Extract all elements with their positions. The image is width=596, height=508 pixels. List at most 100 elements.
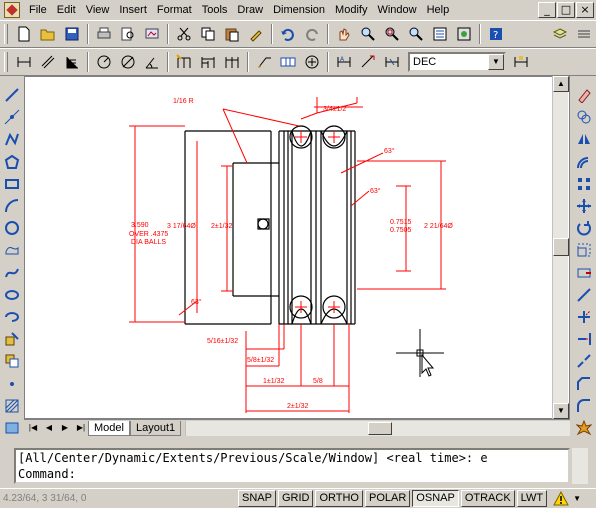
angular-dimension-button[interactable] [141,51,163,73]
tab-layout1[interactable]: Layout1 [129,420,182,436]
restore-button[interactable]: □ [557,2,575,18]
open-button[interactable] [37,23,59,45]
layer-state-button[interactable] [573,23,595,45]
menu-edit[interactable]: Edit [52,1,81,19]
continue-dimension-button[interactable] [221,51,243,73]
construction-line-button[interactable] [2,107,22,127]
point-button[interactable] [2,373,22,393]
mirror-button[interactable] [574,129,594,149]
toolbar-grip[interactable] [4,24,8,44]
lwt-toggle[interactable]: LWT [516,490,548,507]
layers-button[interactable] [549,23,571,45]
menu-tools[interactable]: Tools [197,1,233,19]
print-button[interactable] [93,23,115,45]
tab-model[interactable]: Model [88,420,130,436]
grid-toggle[interactable]: GRID [277,490,314,507]
zoom-realtime-button[interactable] [357,23,379,45]
explode-button[interactable] [574,418,594,438]
menu-modify[interactable]: Modify [330,1,372,19]
move-button[interactable] [574,196,594,216]
vertical-scrollbar[interactable]: ▲ ▼ [552,76,569,419]
make-block-button[interactable] [2,351,22,371]
design-center-button[interactable] [453,23,475,45]
spline-button[interactable] [2,263,22,283]
line-button[interactable] [2,85,22,105]
menu-help[interactable]: Help [422,1,455,19]
insert-block-button[interactable] [2,329,22,349]
command-scrollbar[interactable] [572,448,588,484]
dimension-style-dropdown[interactable]: DEC ▼ [408,52,506,72]
command-prompt[interactable]: Command: [18,466,568,482]
trim-button[interactable] [574,307,594,327]
copy-button[interactable] [197,23,219,45]
prev-tab-button[interactable]: ◀ [42,421,56,435]
array-button[interactable] [574,174,594,194]
baseline-dimension-button[interactable] [197,51,219,73]
new-button[interactable] [13,23,35,45]
dimension-style-button[interactable] [510,51,532,73]
dimension-edit-button[interactable]: A [333,51,355,73]
menu-window[interactable]: Window [372,1,421,19]
ortho-toggle[interactable]: ORTHO [315,490,363,507]
pan-button[interactable] [333,23,355,45]
polyline-button[interactable] [2,129,22,149]
rotate-button[interactable] [574,218,594,238]
dimension-text-edit-button[interactable] [357,51,379,73]
otrack-toggle[interactable]: OTRACK [460,490,515,507]
erase-button[interactable] [574,85,594,105]
arc-button[interactable] [2,196,22,216]
offset-button[interactable] [574,152,594,172]
communication-center-icon[interactable] [553,490,569,507]
tolerance-button[interactable] [277,51,299,73]
app-icon[interactable] [4,2,20,18]
scroll-up-icon[interactable]: ▲ [553,76,569,92]
first-tab-button[interactable]: |◀ [26,421,40,435]
circle-button[interactable] [2,218,22,238]
plot-button[interactable] [141,23,163,45]
save-button[interactable] [61,23,83,45]
menu-dimension[interactable]: Dimension [268,1,330,19]
leader-button[interactable] [253,51,275,73]
extend-button[interactable] [574,329,594,349]
menu-draw[interactable]: Draw [232,1,268,19]
close-button[interactable]: × [576,2,594,18]
zoom-window-button[interactable] [381,23,403,45]
cut-button[interactable] [173,23,195,45]
revision-cloud-button[interactable] [2,240,22,260]
ellipse-button[interactable] [2,285,22,305]
scroll-thumb[interactable] [368,421,393,435]
paste-button[interactable] [221,23,243,45]
match-properties-button[interactable] [245,23,267,45]
rectangle-button[interactable] [2,174,22,194]
osnap-toggle[interactable]: OSNAP [412,490,459,507]
snap-toggle[interactable]: SNAP [238,490,276,507]
center-mark-button[interactable] [301,51,323,73]
scroll-down-icon[interactable]: ▼ [553,403,569,419]
chevron-down-icon[interactable]: ▼ [573,494,581,503]
hatch-button[interactable] [2,396,22,416]
redo-button[interactable] [301,23,323,45]
ordinate-dimension-button[interactable] [61,51,83,73]
toolbar-grip[interactable] [4,52,8,72]
dimension-update-button[interactable] [381,51,403,73]
break-button[interactable] [574,351,594,371]
quick-dimension-button[interactable] [173,51,195,73]
menu-insert[interactable]: Insert [114,1,152,19]
horizontal-scrollbar[interactable] [185,420,570,436]
command-history[interactable]: [All/Center/Dynamic/Extents/Previous/Sca… [14,448,570,484]
chamfer-button[interactable] [574,373,594,393]
diameter-dimension-button[interactable] [117,51,139,73]
radius-dimension-button[interactable] [93,51,115,73]
copy-object-button[interactable] [574,107,594,127]
properties-button[interactable] [429,23,451,45]
stretch-button[interactable] [574,263,594,283]
linear-dimension-button[interactable] [13,51,35,73]
scroll-thumb[interactable] [553,238,569,256]
polygon-button[interactable] [2,152,22,172]
last-tab-button[interactable]: ▶| [74,421,88,435]
lengthen-button[interactable] [574,285,594,305]
next-tab-button[interactable]: ▶ [58,421,72,435]
menu-file[interactable]: File [24,1,52,19]
undo-button[interactable] [277,23,299,45]
print-preview-button[interactable] [117,23,139,45]
